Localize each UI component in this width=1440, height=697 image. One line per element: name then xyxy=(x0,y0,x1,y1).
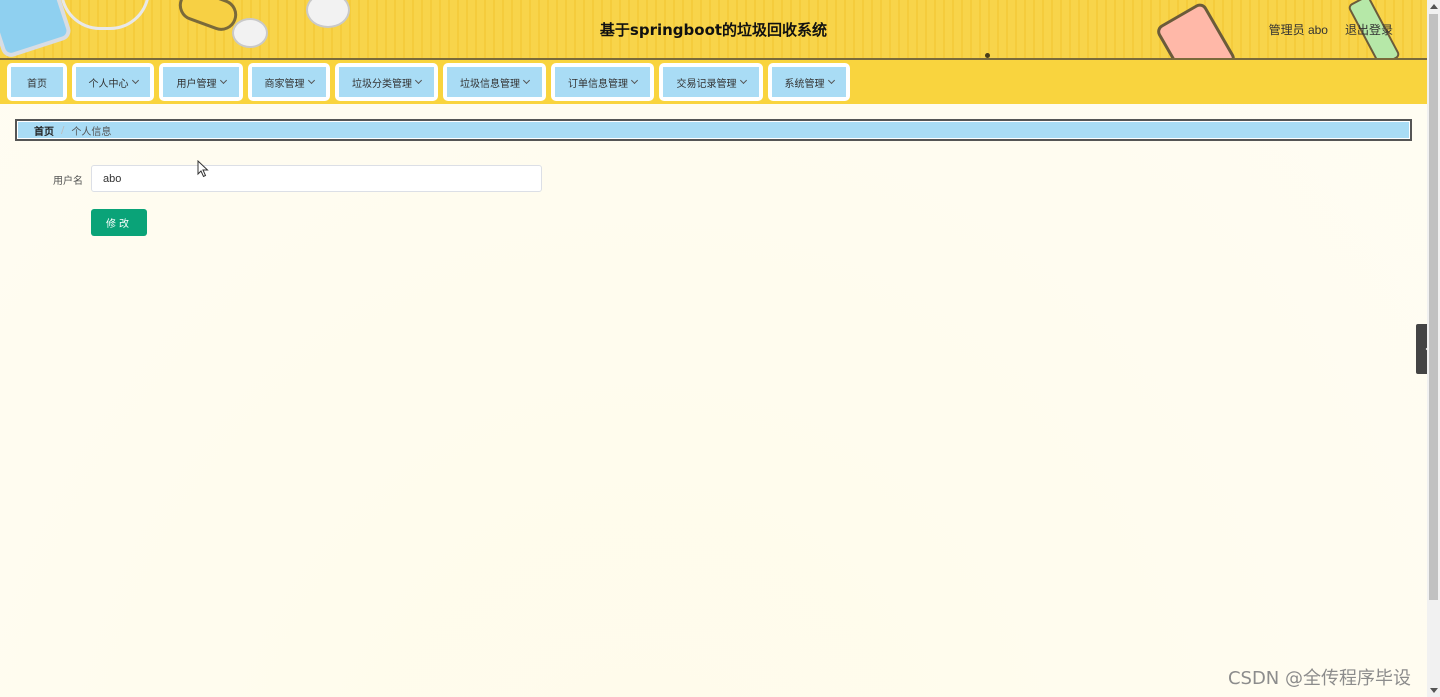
nav-item-label: 垃圾信息管理 xyxy=(460,78,520,90)
nav-item-label: 系统管理 xyxy=(784,78,825,90)
user-area: 管理员 abo 退出登录 xyxy=(1269,21,1393,38)
mouse-cursor-icon xyxy=(197,160,209,178)
nav-item-order-management[interactable]: 订单信息管理 xyxy=(551,63,654,101)
nav-item-label: 个人中心 xyxy=(88,78,129,90)
chevron-down-icon xyxy=(630,76,639,85)
username-input[interactable] xyxy=(91,165,542,192)
breadcrumb-current: 个人信息 xyxy=(71,126,112,138)
chevron-down-icon xyxy=(307,76,315,85)
nav-item-waste-info-management[interactable]: 垃圾信息管理 xyxy=(443,63,546,101)
breadcrumb-home[interactable]: 首页 xyxy=(34,123,54,138)
site-title: 基于springboot的垃圾回收系统 xyxy=(599,21,828,39)
nav-item-label: 首页 xyxy=(27,78,47,90)
nav-item-merchant-management[interactable]: 商家管理 xyxy=(248,63,330,101)
nav-item-label: 商家管理 xyxy=(264,78,305,90)
breadcrumb: 首页 / 个人信息 xyxy=(15,119,1412,141)
dot-decoration xyxy=(985,53,990,58)
header-banner: 基于springboot的垃圾回收系统 管理员 abo 退出登录 xyxy=(0,0,1427,60)
nav-item-label: 交易记录管理 xyxy=(676,78,737,90)
nav-item-label: 订单信息管理 xyxy=(568,78,628,90)
watermark: CSDN @全传程序毕设 xyxy=(1227,668,1411,689)
nav-item-label: 垃圾分类管理 xyxy=(352,78,412,90)
chevron-down-icon xyxy=(131,76,139,85)
username-label: 用户名 xyxy=(53,176,83,187)
chevron-down-icon xyxy=(522,76,531,85)
main-nav: 首页 个人中心 用户管理 商家管理 垃圾分类管理 垃圾信息管理 订单信息管理 交… xyxy=(0,60,1427,104)
nav-item-transaction-management[interactable]: 交易记录管理 xyxy=(659,63,763,101)
chevron-down-icon xyxy=(827,76,835,85)
edit-button[interactable]: 修改 xyxy=(91,209,147,236)
nav-item-personal-center[interactable]: 个人中心 xyxy=(72,63,154,101)
nav-item-home[interactable]: 首页 xyxy=(7,63,67,101)
chevron-down-icon xyxy=(219,76,227,85)
scrollbar-thumb[interactable] xyxy=(1429,14,1438,600)
nav-item-waste-category-management[interactable]: 垃圾分类管理 xyxy=(335,63,438,101)
scroll-down-arrow-icon[interactable] xyxy=(1430,688,1438,693)
breadcrumb-separator: / xyxy=(61,124,65,136)
vertical-scrollbar[interactable] xyxy=(1427,0,1440,697)
chevron-down-icon xyxy=(739,76,747,85)
chevron-down-icon xyxy=(414,76,423,85)
current-user-label: 管理员 abo xyxy=(1268,23,1328,37)
nav-item-system-management[interactable]: 系统管理 xyxy=(768,63,850,101)
nav-item-user-management[interactable]: 用户管理 xyxy=(159,63,243,101)
breadcrumb-bar: 首页 / 个人信息 xyxy=(18,122,1409,138)
logout-link[interactable]: 退出登录 xyxy=(1345,21,1393,38)
scroll-up-arrow-icon[interactable] xyxy=(1430,4,1438,9)
nav-item-label: 用户管理 xyxy=(176,78,217,90)
page: 基于springboot的垃圾回收系统 管理员 abo 退出登录 首页 个人中心… xyxy=(0,0,1427,697)
